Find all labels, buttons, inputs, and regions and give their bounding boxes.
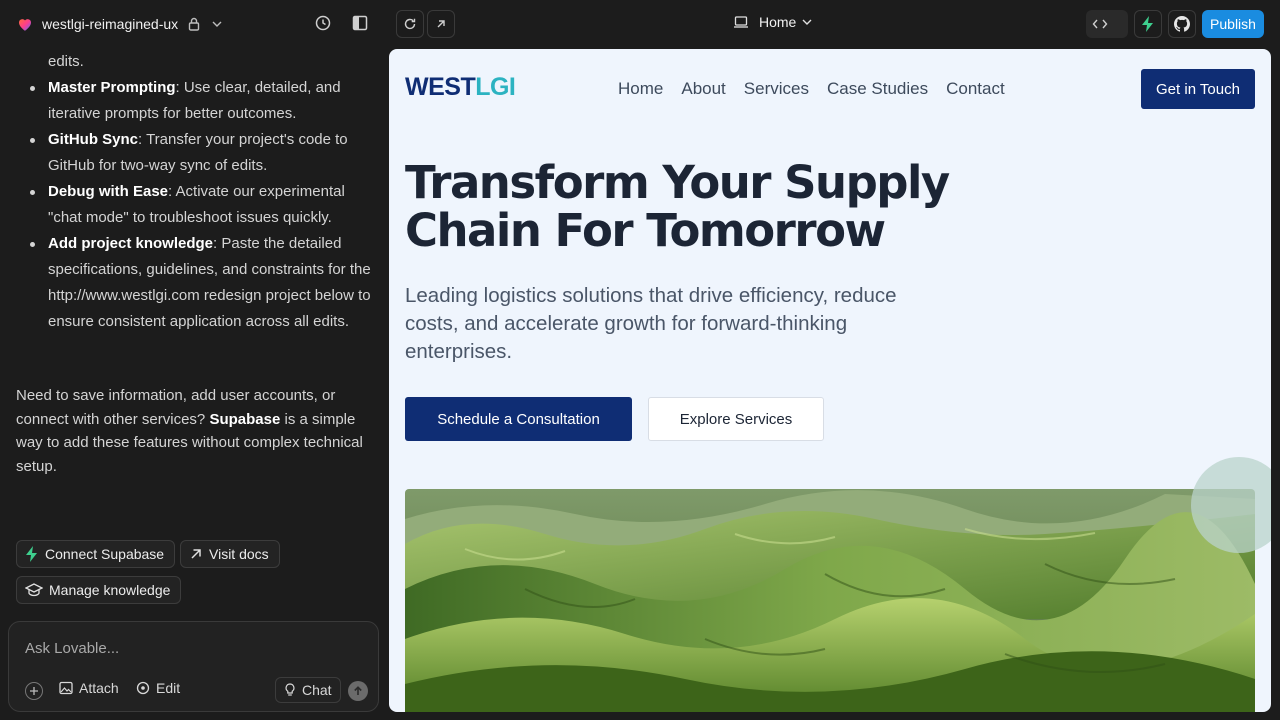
lightbulb-icon (285, 683, 295, 696)
bullet-dot (30, 138, 35, 143)
ask-input[interactable] (25, 640, 355, 657)
edit-button[interactable]: Edit (136, 680, 180, 696)
arrow-up-icon (354, 686, 362, 695)
attach-button[interactable]: Attach (59, 680, 119, 696)
supabase-button[interactable] (1134, 10, 1162, 38)
nav-link-contact[interactable]: Contact (946, 79, 1005, 99)
image-icon (59, 681, 73, 695)
project-name[interactable]: westlgi-reimagined-ux (42, 16, 178, 32)
bullet-dot (30, 242, 35, 247)
get-in-touch-button[interactable]: Get in Touch (1141, 69, 1255, 109)
lock-icon (188, 17, 200, 31)
connect-supabase-button[interactable]: Connect Supabase (16, 540, 176, 568)
manage-knowledge-button[interactable]: Manage knowledge (16, 576, 182, 604)
supabase-bolt-icon (1142, 16, 1153, 32)
code-view-toggle[interactable] (1086, 10, 1128, 38)
supabase-info-text: Need to save information, add user accou… (16, 387, 363, 475)
chat-panel: edits. Master Prompting: Use clear, deta… (0, 48, 388, 720)
supabase-bolt-icon (26, 546, 37, 562)
site-preview: WESTLGI Home About Services Case Studies… (389, 49, 1271, 712)
site-nav: Home About Services Case Studies Contact (618, 79, 1023, 99)
visit-docs-button[interactable]: Visit docs (180, 540, 280, 568)
schedule-consultation-button[interactable]: Schedule a Consultation (405, 397, 632, 441)
send-button[interactable] (348, 681, 368, 701)
external-link-icon (437, 20, 445, 28)
plus-icon (30, 687, 38, 695)
explore-services-button[interactable]: Explore Services (648, 397, 824, 441)
open-external-button[interactable] (427, 10, 455, 38)
hero-title: Transform Your Supply Chain For Tomorrow (405, 156, 950, 257)
nav-link-about[interactable]: About (681, 79, 725, 99)
chevron-down-icon[interactable] (212, 21, 222, 27)
lovable-logo-icon[interactable] (16, 15, 34, 33)
sidebar-toggle-icon[interactable] (351, 14, 369, 32)
hero-subtitle: Leading logistics solutions that drive e… (405, 284, 897, 363)
laptop-icon (734, 16, 748, 28)
preview-toolbar: Home Publish (388, 0, 1280, 48)
add-button[interactable] (25, 682, 43, 700)
history-icon[interactable] (314, 14, 332, 32)
target-icon (136, 681, 150, 695)
list-item: GitHub Sync: Transfer your project's cod… (30, 127, 378, 179)
refresh-icon (404, 18, 416, 30)
route-label: Home (759, 14, 797, 30)
list-item: Debug with Ease: Activate our experiment… (30, 179, 378, 231)
chat-mode-toggle[interactable]: Chat (275, 677, 341, 703)
route-selector[interactable]: Home (733, 14, 812, 30)
publish-button[interactable]: Publish (1202, 10, 1264, 38)
list-item: edits. (48, 53, 84, 70)
bullet-dot (30, 86, 35, 91)
code-icon (1092, 19, 1108, 29)
nav-link-case-studies[interactable]: Case Studies (827, 79, 928, 99)
chevron-down-icon (802, 19, 812, 25)
chat-composer: Attach Edit Chat (8, 621, 379, 712)
tips-list: edits. Master Prompting: Use clear, deta… (30, 48, 378, 335)
nav-link-services[interactable]: Services (744, 79, 809, 99)
nav-link-home[interactable]: Home (618, 79, 663, 99)
graduation-cap-icon (25, 583, 43, 597)
site-logo[interactable]: WESTLGI (405, 73, 516, 102)
list-item: Master Prompting: Use clear, detailed, a… (30, 75, 378, 127)
list-item: Add project knowledge: Paste the detaile… (30, 231, 378, 335)
github-icon (1174, 16, 1190, 32)
refresh-button[interactable] (396, 10, 424, 38)
github-button[interactable] (1168, 10, 1196, 38)
project-header: westlgi-reimagined-ux (0, 0, 388, 48)
bullet-dot (30, 190, 35, 195)
hero-image-green-hills (405, 489, 1255, 712)
external-link-icon (191, 549, 201, 559)
